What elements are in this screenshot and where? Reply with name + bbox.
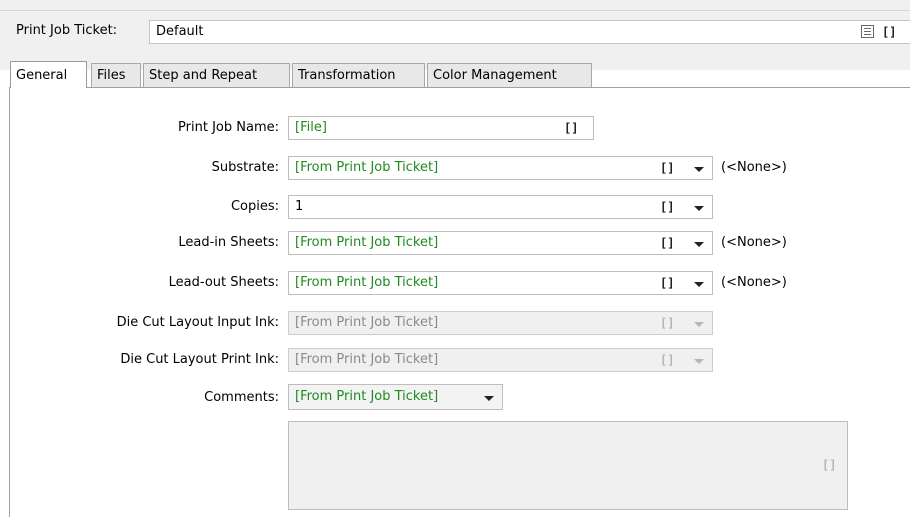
chevron-down-icon[interactable]	[694, 282, 704, 287]
lead-out-sheets-value: [From Print Job Ticket]	[295, 275, 439, 290]
comments-source-value: [From Print Job Ticket]	[295, 389, 439, 404]
lead-in-sheets-field[interactable]: [From Print Job Ticket] []	[288, 231, 713, 255]
print-job-ticket-value: Default	[156, 24, 204, 39]
copies-value: 1	[295, 199, 304, 214]
tab-step-and-repeat[interactable]: Step and Repeat	[143, 63, 290, 87]
brackets-icon: []	[660, 316, 675, 330]
die-cut-input-ink-label: Die Cut Layout Input Ink:	[116, 315, 279, 330]
chevron-down-icon[interactable]	[694, 242, 704, 247]
panel-border-left	[9, 87, 10, 517]
tab-files[interactable]: Files	[91, 63, 141, 87]
brackets-icon[interactable]: []	[564, 121, 578, 135]
header-divider	[0, 10, 910, 11]
substrate-value: [From Print Job Ticket]	[295, 160, 439, 175]
tab-transformation[interactable]: Transformation	[292, 63, 425, 87]
brackets-icon[interactable]: []	[660, 236, 674, 250]
comments-textarea[interactable]: []	[288, 421, 848, 510]
print-job-ticket-label: Print Job Ticket:	[16, 23, 118, 38]
chevron-down-icon	[694, 359, 704, 364]
chevron-down-icon[interactable]	[694, 206, 704, 211]
die-cut-input-ink-field: [From Print Job Ticket] []	[288, 311, 713, 335]
brackets-icon[interactable]: []	[660, 161, 674, 175]
die-cut-print-ink-field: [From Print Job Ticket] []	[288, 348, 713, 372]
die-cut-print-ink-value: [From Print Job Ticket]	[295, 352, 439, 367]
panel-border-top	[9, 87, 910, 88]
brackets-icon[interactable]: []	[882, 25, 896, 39]
brackets-icon: []	[660, 353, 675, 367]
lead-out-none-label: (<None>)	[721, 275, 787, 290]
tab-general[interactable]: General	[10, 61, 87, 88]
brackets-icon: []	[822, 458, 837, 472]
copies-label: Copies:	[230, 199, 279, 214]
substrate-none-label: (<None>)	[721, 160, 787, 175]
copies-field[interactable]: 1 []	[288, 195, 713, 219]
substrate-label: Substrate:	[211, 160, 279, 175]
comments-label: Comments:	[204, 390, 279, 405]
comments-source-dropdown[interactable]: [From Print Job Ticket]	[288, 384, 503, 410]
brackets-icon[interactable]: []	[660, 200, 674, 214]
list-icon[interactable]	[861, 25, 874, 38]
lead-in-none-label: (<None>)	[721, 235, 787, 250]
chevron-down-icon[interactable]	[694, 167, 704, 172]
lead-in-sheets-value: [From Print Job Ticket]	[295, 235, 439, 250]
lead-in-sheets-label: Lead-in Sheets:	[178, 235, 279, 250]
brackets-icon[interactable]: []	[660, 276, 674, 290]
print-job-name-value: [File]	[295, 120, 327, 135]
print-job-name-label: Print Job Name:	[178, 120, 279, 135]
tab-color-management[interactable]: Color Management	[427, 63, 592, 87]
chevron-down-icon	[694, 322, 704, 327]
print-job-ticket-field[interactable]: Default []	[149, 20, 910, 44]
substrate-field[interactable]: [From Print Job Ticket] []	[288, 156, 713, 180]
print-job-name-field[interactable]: [File] []	[288, 116, 594, 140]
die-cut-print-ink-label: Die Cut Layout Print Ink:	[120, 352, 279, 367]
die-cut-input-ink-value: [From Print Job Ticket]	[295, 315, 439, 330]
lead-out-sheets-field[interactable]: [From Print Job Ticket] []	[288, 271, 713, 295]
chevron-down-icon[interactable]	[484, 396, 494, 401]
lead-out-sheets-label: Lead-out Sheets:	[168, 275, 279, 290]
